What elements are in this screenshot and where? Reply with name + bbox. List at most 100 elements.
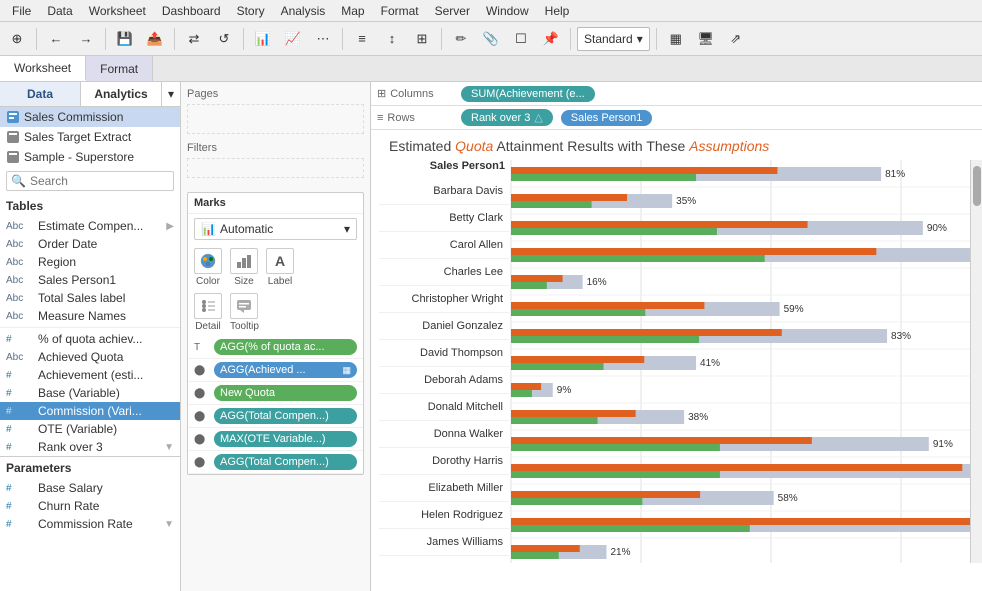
field-measure-names[interactable]: Abc Measure Names [0, 307, 180, 325]
search-icon: 🔍 [11, 174, 26, 188]
field-region[interactable]: Abc Region [0, 253, 180, 271]
rows-pill-salesperson[interactable]: Sales Person1 [561, 110, 653, 126]
tooltip-icon[interactable]: ☐ [508, 26, 534, 52]
field-type-icon: # [6, 388, 34, 399]
svg-text:59%: 59% [784, 304, 804, 315]
datasource-sales-commission[interactable]: Sales Commission [0, 107, 180, 127]
standard-dropdown[interactable]: Standard ▾ [577, 27, 650, 51]
menu-story[interactable]: Story [229, 2, 273, 20]
tab-analytics[interactable]: Analytics [81, 82, 162, 106]
field-type-icon: # [6, 424, 34, 435]
size-label: Size [234, 276, 253, 287]
share-icon[interactable]: ⇗ [723, 26, 749, 52]
sort-icon[interactable]: ↕ [379, 26, 405, 52]
tab-data[interactable]: Data [0, 82, 81, 106]
datasource-sales-target[interactable]: Sales Target Extract [0, 127, 180, 147]
size-button[interactable]: Size [230, 248, 258, 287]
menu-map[interactable]: Map [333, 2, 372, 20]
field-name: Commission (Vari... [38, 404, 142, 418]
field-rank-over[interactable]: # Rank over 3 ▼ [0, 438, 180, 456]
tooltip-icon2 [230, 293, 258, 319]
datasource-superstore[interactable]: Sample - Superstore [0, 147, 180, 167]
color-button[interactable]: Color [194, 248, 222, 287]
datasource-name2: Sales Target Extract [24, 130, 131, 144]
field-type-icon: # [6, 334, 34, 345]
field-pct-quota[interactable]: # % of quota achiev... [0, 330, 180, 348]
param-commission-rate[interactable]: # Commission Rate ▼ [0, 515, 180, 533]
param-churn-rate[interactable]: # Churn Rate [0, 497, 180, 515]
field-estimate-compen[interactable]: Abc Estimate Compen... ▶ [0, 217, 180, 235]
field-achievement[interactable]: # Achievement (esti... [0, 366, 180, 384]
y-axis-label: Helen Rodriguez [379, 502, 509, 529]
clip-icon[interactable]: 📎 [478, 26, 504, 52]
rows-pill-rank[interactable]: Rank over 3 △ [461, 109, 553, 126]
line-chart-icon[interactable]: 📈 [280, 26, 306, 52]
device-icon[interactable]: 🖥 [693, 26, 719, 52]
y-axis-label: Carol Allen [379, 232, 509, 259]
panel-tab-arrow[interactable]: ▾ [162, 82, 180, 106]
tab-worksheet[interactable]: Worksheet [0, 56, 86, 81]
menu-format[interactable]: Format [373, 2, 427, 20]
scrollbar-thumb[interactable] [973, 166, 981, 206]
marks-type-dropdown[interactable]: 📊 Automatic ▾ [194, 218, 357, 240]
home-icon[interactable]: ⊕ [4, 26, 30, 52]
field-order-date[interactable]: Abc Order Date [0, 235, 180, 253]
shelf-pct-quota[interactable]: T AGG(% of quota ac... [188, 336, 363, 359]
chart-title: Estimated Quota Attainment Results with … [379, 138, 982, 154]
shelf-achieved[interactable]: ⬤ AGG(Achieved ... ▦ [188, 359, 363, 382]
field-name: Estimate Compen... [38, 219, 143, 233]
tabbar: Worksheet Format [0, 56, 982, 82]
field-name: Region [38, 255, 76, 269]
menu-data[interactable]: Data [39, 2, 80, 20]
pin-icon[interactable]: 📌 [538, 26, 564, 52]
pill-indicator: ▦ [342, 365, 351, 376]
field-achieved-quota[interactable]: Abc Achieved Quota [0, 348, 180, 366]
rows-icon[interactable]: ≡ [349, 26, 375, 52]
tooltip-button[interactable]: Tooltip [230, 293, 259, 332]
group-icon[interactable]: ⊞ [409, 26, 435, 52]
scroll-down-icon2: ▼ [164, 519, 174, 530]
vertical-scrollbar[interactable] [970, 160, 982, 563]
search-input[interactable] [30, 174, 181, 188]
bars-area[interactable]: 81%35%90%112%16%59%83%41%9%38%91%138%58%… [509, 160, 970, 563]
shelf-agg-total[interactable]: ⬤ AGG(Total Compen...) [188, 451, 363, 474]
menu-window[interactable]: Window [478, 2, 537, 20]
svg-text:91%: 91% [933, 439, 953, 450]
tab-format[interactable]: Format [86, 56, 153, 81]
shelf-pill-max-ote: MAX(OTE Variable...) [214, 431, 357, 447]
middle-panel: Pages Filters Marks 📊 Automatic ▾ Color [181, 82, 371, 591]
detail-label: Detail [195, 321, 221, 332]
field-sales-person[interactable]: Abc Sales Person1 [0, 271, 180, 289]
shelf-icon-T: T [194, 342, 210, 353]
refresh-button[interactable]: ↺ [211, 26, 237, 52]
field-total-sales-label[interactable]: Abc Total Sales label [0, 289, 180, 307]
bar-chart-icon[interactable]: 📊 [250, 26, 276, 52]
y-header: Sales Person1 [379, 160, 509, 178]
save-button[interactable]: 💾 [112, 26, 138, 52]
shelf-total-compen[interactable]: ⬤ AGG(Total Compen...) [188, 405, 363, 428]
label-button[interactable]: A Label [266, 248, 294, 287]
field-ote-variable[interactable]: # OTE (Variable) [0, 420, 180, 438]
menu-server[interactable]: Server [427, 2, 478, 20]
shelf-new-quota[interactable]: ⬤ New Quota [188, 382, 363, 405]
pen-icon[interactable]: ✏ [448, 26, 474, 52]
param-base-salary[interactable]: # Base Salary [0, 479, 180, 497]
shelf-max-ote[interactable]: ⬤ MAX(OTE Variable...) [188, 428, 363, 451]
menu-help[interactable]: Help [537, 2, 578, 20]
undo-button[interactable]: ← [43, 26, 69, 52]
menu-worksheet[interactable]: Worksheet [81, 2, 154, 20]
detail-button[interactable]: Detail [194, 293, 222, 332]
redo-button[interactable]: → [73, 26, 99, 52]
columns-pill[interactable]: SUM(Achievement (e... [461, 86, 595, 102]
field-base-variable[interactable]: # Base (Variable) [0, 384, 180, 402]
grid-icon[interactable]: ▦ [663, 26, 689, 52]
menu-analysis[interactable]: Analysis [273, 2, 334, 20]
field-commission-vari[interactable]: # Commission (Vari... [0, 402, 180, 420]
scatter-icon[interactable]: ⋯ [310, 26, 336, 52]
search-box[interactable]: 🔍 ▦ ≡ [6, 171, 174, 191]
menu-file[interactable]: File [4, 2, 39, 20]
publish-button[interactable]: 📤 [142, 26, 168, 52]
swap-button[interactable]: ⇄ [181, 26, 207, 52]
dropdown-arrow-icon2: ▾ [344, 222, 350, 236]
menu-dashboard[interactable]: Dashboard [154, 2, 229, 20]
